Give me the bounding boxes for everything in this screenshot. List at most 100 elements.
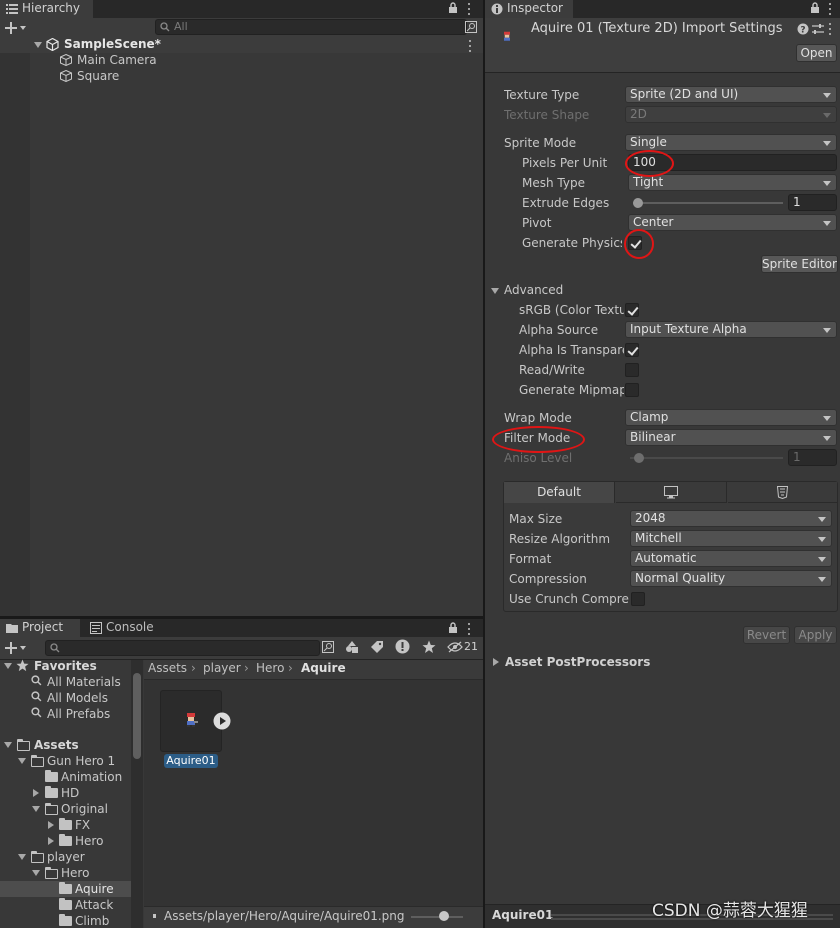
platform-tab-default[interactable]: Default (504, 482, 615, 503)
tab-project[interactable]: Project (0, 619, 80, 637)
aniso-level-thumb (634, 453, 644, 463)
favorite-star-icon[interactable] (422, 640, 436, 654)
crunch-checkbox[interactable] (631, 592, 645, 606)
max-size-dropdown[interactable]: 2048 (630, 510, 832, 527)
create-plus-icon[interactable] (5, 641, 27, 655)
alpha-transparency-checkbox[interactable] (625, 343, 639, 357)
apply-button[interactable]: Apply (794, 626, 837, 644)
favorites-fold-arrow[interactable] (4, 663, 12, 669)
tree-item[interactable]: player (47, 849, 85, 865)
favorite-item[interactable]: All Materials (47, 674, 121, 690)
tree-scroll-thumb[interactable] (133, 673, 141, 759)
breadcrumb-item[interactable]: Hero (256, 660, 284, 676)
help-icon[interactable]: ? (797, 23, 809, 35)
read-write-checkbox[interactable] (625, 363, 639, 377)
sprite-editor-button[interactable]: Sprite Editor (761, 255, 838, 273)
breadcrumb-item-current[interactable]: Aquire (301, 660, 346, 676)
favorite-item[interactable]: All Models (47, 690, 108, 706)
format-label: Format (509, 552, 552, 566)
sprite-mode-dropdown[interactable]: Single (625, 134, 837, 151)
hidden-eye-icon[interactable] (447, 641, 463, 653)
tree-item[interactable]: Gun Hero 1 (47, 753, 115, 769)
filter-log-icon[interactable] (395, 639, 410, 654)
component-menu-icon[interactable] (828, 23, 832, 35)
filter-label-icon[interactable] (370, 640, 384, 654)
texture-shape-label: Texture Shape (504, 108, 590, 122)
tree-fold-arrow[interactable] (18, 854, 26, 860)
extrude-edges-thumb[interactable] (633, 198, 643, 208)
assets-title[interactable]: Assets (34, 737, 79, 753)
tree-fold-arrow[interactable] (48, 837, 54, 845)
console-icon (90, 622, 102, 634)
favorites-title[interactable]: Favorites (34, 658, 97, 674)
tab-inspector[interactable]: Inspector (485, 0, 573, 18)
project-search-input[interactable] (45, 640, 320, 656)
asset-postprocessors-title[interactable]: Asset PostProcessors (505, 653, 755, 671)
srgb-checkbox[interactable] (625, 303, 639, 317)
pivot-dropdown[interactable]: Center (628, 214, 837, 231)
platform-tab-webgl[interactable] (728, 482, 837, 503)
more-menu-icon[interactable] (828, 3, 832, 15)
breadcrumb-item[interactable]: Assets (148, 660, 187, 676)
add-plus-icon[interactable] (5, 21, 27, 35)
generate-mipmaps-checkbox[interactable] (625, 383, 639, 397)
search-mode-icon[interactable] (322, 641, 334, 653)
format-dropdown[interactable]: Automatic (630, 550, 832, 567)
lock-icon[interactable] (810, 2, 820, 14)
filter-mode-dropdown[interactable]: Bilinear (625, 429, 837, 446)
filter-type-icon[interactable] (345, 640, 359, 654)
tab-console[interactable]: Console (84, 619, 174, 637)
more-menu-icon[interactable] (467, 3, 471, 15)
tree-item[interactable]: Original (61, 801, 108, 817)
tab-hierarchy[interactable]: Hierarchy (0, 0, 93, 18)
more-menu-icon[interactable] (467, 623, 471, 635)
play-icon[interactable] (213, 712, 231, 730)
advanced-fold-arrow[interactable] (491, 288, 499, 294)
scene-fold-arrow[interactable] (34, 42, 42, 48)
favorite-item[interactable]: All Prefabs (47, 706, 110, 722)
resize-algorithm-dropdown[interactable]: Mitchell (630, 530, 832, 547)
breadcrumb-item[interactable]: player (203, 660, 241, 676)
platform-tab-standalone[interactable] (616, 482, 727, 503)
presets-sliders-icon[interactable] (812, 23, 824, 35)
scene-menu-icon[interactable] (468, 40, 472, 52)
tree-item[interactable]: Hero (75, 833, 103, 849)
mesh-type-dropdown[interactable]: Tight (628, 174, 837, 191)
lock-icon[interactable] (448, 2, 458, 14)
thumbnail-size-thumb[interactable] (439, 911, 449, 921)
tree-fold-arrow[interactable] (33, 789, 39, 797)
tree-item[interactable]: HD (61, 785, 79, 801)
folder-icon (59, 914, 72, 926)
tree-fold-arrow[interactable] (18, 758, 26, 764)
hierarchy-search-input[interactable]: All (155, 19, 467, 35)
search-mode-icon[interactable] (465, 21, 477, 33)
texture-type-dropdown[interactable]: Sprite (2D and UI) (625, 86, 837, 103)
hierarchy-item-square[interactable]: Square (77, 68, 119, 84)
tree-item[interactable]: FX (75, 817, 90, 833)
compression-dropdown[interactable]: Normal Quality (630, 570, 832, 587)
advanced-title[interactable]: Advanced (504, 281, 624, 299)
tree-fold-arrow[interactable] (32, 870, 40, 876)
hierarchy-item-main-camera[interactable]: Main Camera (77, 52, 157, 68)
assets-fold-arrow[interactable] (4, 742, 12, 748)
tree-fold-arrow[interactable] (48, 821, 54, 829)
thumbnail-size-slider[interactable] (411, 916, 463, 918)
lock-icon[interactable] (448, 622, 458, 634)
revert-button[interactable]: Revert (743, 626, 790, 644)
tree-fold-arrow[interactable] (32, 806, 40, 812)
tree-item[interactable]: Animation (61, 769, 122, 785)
alpha-source-dropdown[interactable]: Input Texture Alpha (625, 321, 837, 338)
tree-item[interactable]: Attack (75, 897, 113, 913)
asset-label[interactable]: Aquire01 (164, 754, 218, 768)
open-button[interactable]: Open (796, 44, 837, 62)
star-icon (16, 659, 29, 672)
tree-item-selected[interactable]: Aquire (75, 881, 114, 897)
extrude-edges-input[interactable]: 1 (788, 194, 837, 211)
postprocessors-fold-arrow[interactable] (493, 658, 499, 666)
tree-item[interactable]: Hero (61, 865, 89, 881)
wrap-mode-dropdown[interactable]: Clamp (625, 409, 837, 426)
extrude-edges-slider[interactable] (633, 202, 783, 204)
tree-item[interactable]: Climb (75, 913, 109, 928)
panel-splitter[interactable] (483, 0, 485, 928)
folder-open-icon (17, 739, 30, 751)
